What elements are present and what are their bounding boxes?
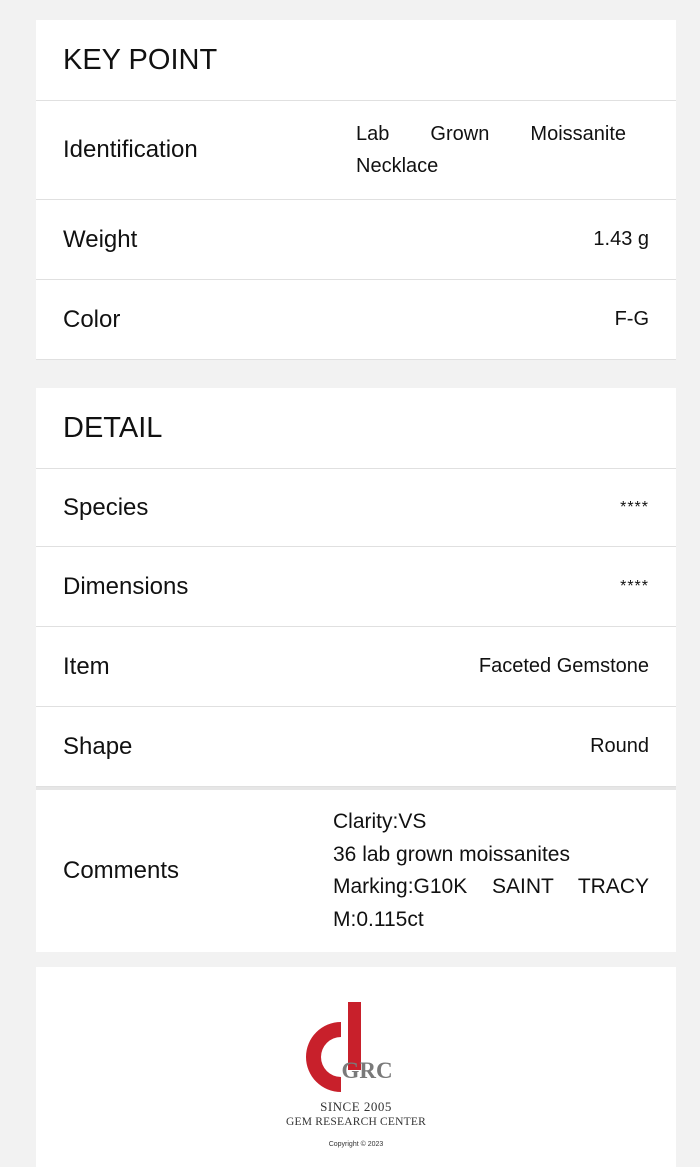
grc-logo: GRC <box>36 999 676 1099</box>
shape-row: Shape Round <box>36 707 676 787</box>
comment-line: Clarity:VS <box>333 810 427 833</box>
weight-label: Weight <box>63 225 138 253</box>
grc-logo-icon: GRC <box>306 1002 393 1092</box>
species-value: **** <box>620 498 649 516</box>
color-label: Color <box>63 305 121 333</box>
detail-title: DETAIL <box>36 388 676 469</box>
svg-text:GRC: GRC <box>341 1058 392 1083</box>
dimensions-value: **** <box>620 577 649 595</box>
comments-label: Comments <box>63 857 180 884</box>
identification-label: Identification <box>63 136 198 163</box>
weight-value: 1.43 g <box>593 228 649 250</box>
comment-line: 36 lab grown moissanites <box>333 842 570 866</box>
dimensions-row: Dimensions **** <box>36 547 676 627</box>
dimensions-label: Dimensions <box>63 572 189 600</box>
org-name: GEM RESEARCH CENTER <box>286 1116 426 1128</box>
comments-value: Clarity:VS 36 lab grown moissanites Mark… <box>333 806 649 936</box>
item-row: Item Faceted Gemstone <box>36 627 676 707</box>
item-label: Item <box>63 652 110 680</box>
comments-row: Comments Clarity:VS 36 lab grown moissan… <box>36 787 676 952</box>
comment-line: Marking:G10K SAINT TRACY <box>333 875 649 898</box>
item-value: Faceted Gemstone <box>478 655 649 677</box>
color-row: Color F-G <box>36 280 676 360</box>
comment-line: M:0.115ct <box>333 907 424 931</box>
species-row: Species **** <box>36 469 676 547</box>
color-value: F-G <box>614 308 649 330</box>
shape-value: Round <box>590 735 649 757</box>
identification-value: Lab Grown Moissanite Necklace <box>356 123 626 177</box>
shape-label: Shape <box>63 732 133 760</box>
detail-card: DETAIL Species **** Dimensions **** Item… <box>36 388 676 952</box>
key-point-card: KEY POINT Identification Lab Grown Moiss… <box>36 20 676 360</box>
footer-card: GRC SINCE 2005 GEM RESEARCH CENTER Copyr… <box>36 967 676 1167</box>
weight-row: Weight 1.43 g <box>36 200 676 280</box>
copyright-text: Copyright © 2023 <box>328 1141 384 1148</box>
species-label: Species <box>63 493 149 521</box>
identification-row: Identification Lab Grown Moissanite Neck… <box>36 101 676 200</box>
key-point-title: KEY POINT <box>36 20 676 101</box>
since-text: SINCE 2005 <box>320 1099 392 1114</box>
